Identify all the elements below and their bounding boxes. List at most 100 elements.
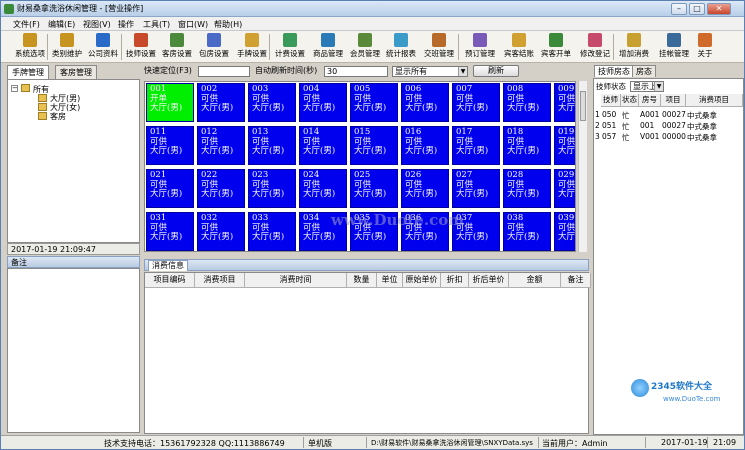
toolbar-button-14[interactable]: 宾客结账 [501, 32, 537, 62]
tab-tech-status[interactable]: 技师房态 [594, 65, 634, 77]
display-filter-select[interactable]: 显示所有 ▼ [392, 66, 468, 77]
scrollbar-thumb[interactable] [580, 91, 586, 121]
tab-consumption[interactable]: 消费信息 [148, 260, 188, 271]
menu-edit[interactable]: 编辑(E) [48, 19, 75, 30]
column-header[interactable]: 原始单价 [403, 273, 441, 288]
menu-window[interactable]: 窗口(W) [178, 19, 208, 30]
tech-column-header[interactable]: 消费项目 [686, 94, 743, 107]
toolbar-button-2[interactable]: 类别维护 [49, 32, 85, 62]
room-cell-021[interactable]: 021 可供 大厅(男) [146, 169, 194, 208]
room-cell-016[interactable]: 016 可供 大厅(男) [401, 126, 449, 165]
room-cell-019[interactable]: 019可供大厅(男) [554, 126, 575, 165]
room-cell-025[interactable]: 025 可供 大厅(男) [350, 169, 398, 208]
menu-file[interactable]: 文件(F) [13, 19, 40, 30]
tree-collapse-icon[interactable]: − [11, 85, 18, 92]
room-cell-011[interactable]: 011 可供 大厅(男) [146, 126, 194, 165]
column-header[interactable]: 折后单价 [469, 273, 509, 288]
menu-tools[interactable]: 工具(T) [143, 19, 170, 30]
gear-icon [23, 33, 37, 47]
tab-hand-card[interactable]: 手牌管理 [7, 65, 49, 79]
toolbar-button-16[interactable]: 修改登记 [577, 32, 613, 62]
toolbar-button-6[interactable]: 包房设置 [196, 32, 232, 62]
toolbar-button-13[interactable]: 预订管理 [462, 32, 498, 62]
toolbar-button-5[interactable]: 客房设置 [159, 32, 195, 62]
toolbar-button-19[interactable]: 关于 [693, 32, 717, 62]
toolbar-button-17[interactable]: 增加消费 [615, 32, 653, 62]
room-cell-033[interactable]: 033 可供 大厅(男) [248, 212, 296, 251]
room-cell-006[interactable]: 006 可供 大厅(男) [401, 83, 449, 122]
minimize-button[interactable]: – [671, 3, 687, 15]
toolbar-button-15[interactable]: 宾客开单 [538, 32, 574, 62]
room-cell-004[interactable]: 004 可供 大厅(男) [299, 83, 347, 122]
room-cell-007[interactable]: 007 可供 大厅(男) [452, 83, 500, 122]
room-cell-024[interactable]: 024 可供 大厅(男) [299, 169, 347, 208]
toolbar-button-9[interactable]: 商品管理 [310, 32, 346, 62]
tech-column-header[interactable]: 项目 [661, 94, 686, 107]
status-date: 2017-01-19 [661, 438, 708, 447]
toolbar-button-8[interactable]: 计费设置 [271, 32, 309, 62]
room-cell-008[interactable]: 008 可供 大厅(男) [503, 83, 551, 122]
tech-column-header[interactable]: 房号 [639, 94, 661, 107]
tab-room[interactable]: 客房管理 [55, 65, 97, 79]
room-cell-018[interactable]: 018 可供 大厅(男) [503, 126, 551, 165]
room-cell-023[interactable]: 023 可供 大厅(男) [248, 169, 296, 208]
toolbar-separator [121, 34, 122, 60]
room-cell-012[interactable]: 012 可供 大厅(男) [197, 126, 245, 165]
toolbar-button-1[interactable]: 系统选项 [13, 32, 47, 62]
tech-table-row[interactable]: 3 057 忙 V001 00000 中式桑拿 [594, 132, 743, 142]
add-icon [627, 33, 641, 47]
room-cell-022[interactable]: 022 可供 大厅(男) [197, 169, 245, 208]
tech-table-row[interactable]: 2 051 忙 001 00027 中式桑拿 [594, 121, 743, 131]
tech-status-select[interactable]: 显示上 ▼ [630, 81, 664, 92]
quick-locate-input[interactable] [198, 66, 250, 77]
toolbar-button-3[interactable]: 公司资料 [85, 32, 121, 62]
column-header[interactable]: 备注 [561, 273, 591, 288]
tech-cell: A001 [640, 110, 660, 119]
tab-room-status[interactable]: 房态 [632, 65, 656, 77]
room-cell-039[interactable]: 039可供大厅(男) [554, 212, 575, 251]
grid-scrollbar[interactable] [578, 81, 587, 252]
column-header[interactable]: 金额 [509, 273, 561, 288]
column-header[interactable]: 消费时间 [245, 273, 347, 288]
column-header[interactable]: 数量 [347, 273, 377, 288]
room-cell-029[interactable]: 029可供大厅(男) [554, 169, 575, 208]
menu-help[interactable]: 帮助(H) [214, 19, 242, 30]
toolbar-button-4[interactable]: 技师设置 [123, 32, 159, 62]
close-button[interactable]: ✕ [707, 3, 731, 15]
menu-view[interactable]: 视图(V) [83, 19, 111, 30]
refresh-button[interactable]: 刷新 [473, 65, 519, 77]
room-cell-002[interactable]: 002 可供 大厅(男) [197, 83, 245, 122]
toolbar-button-18[interactable]: 挂帐管理 [656, 32, 692, 62]
room-cell-005[interactable]: 005 可供 大厅(男) [350, 83, 398, 122]
column-header[interactable]: 消费项目 [195, 273, 245, 288]
room-cell-032[interactable]: 032 可供 大厅(男) [197, 212, 245, 251]
toolbar-button-10[interactable]: 会员管理 [347, 32, 383, 62]
room-cell-001[interactable]: 001 开单 大厅(男) [146, 83, 194, 122]
toolbar-button-label: 类别维护 [52, 49, 82, 58]
tech-table-row[interactable]: 1 050 忙 A001 00027 中式桑拿 [594, 110, 743, 120]
room-cell-017[interactable]: 017 可供 大厅(男) [452, 126, 500, 165]
maximize-button[interactable]: □ [689, 3, 705, 15]
notes-box[interactable] [7, 268, 140, 433]
room-cell-026[interactable]: 026 可供 大厅(男) [401, 169, 449, 208]
tree-item-guest-room[interactable]: 客房 [50, 111, 66, 122]
tech-column-header[interactable]: 技师 [601, 94, 621, 107]
room-cell-031[interactable]: 031 可供 大厅(男) [146, 212, 194, 251]
tech-column-header[interactable]: 状态 [621, 94, 639, 107]
room-cell-038[interactable]: 038 可供 大厅(男) [503, 212, 551, 251]
auto-refresh-input[interactable]: 30 [324, 66, 388, 77]
toolbar-button-12[interactable]: 交班管理 [419, 32, 459, 62]
column-header[interactable]: 单位 [377, 273, 403, 288]
toolbar-button-7[interactable]: 手牌设置 [234, 32, 270, 62]
room-cell-015[interactable]: 015 可供 大厅(男) [350, 126, 398, 165]
menu-operate[interactable]: 操作 [118, 19, 134, 30]
room-cell-014[interactable]: 014 可供 大厅(男) [299, 126, 347, 165]
column-header[interactable]: 折扣 [441, 273, 469, 288]
toolbar-button-11[interactable]: 统计报表 [383, 32, 419, 62]
room-cell-027[interactable]: 027 可供 大厅(男) [452, 169, 500, 208]
room-cell-028[interactable]: 028 可供 大厅(男) [503, 169, 551, 208]
room-cell-003[interactable]: 003 可供 大厅(男) [248, 83, 296, 122]
room-cell-009[interactable]: 009可供大厅(男) [554, 83, 575, 122]
room-cell-013[interactable]: 013 可供 大厅(男) [248, 126, 296, 165]
column-header[interactable]: 项目编码 [145, 273, 195, 288]
